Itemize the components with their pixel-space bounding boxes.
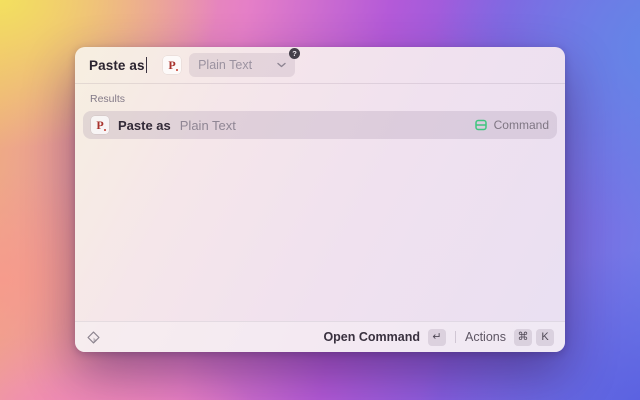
empty-content-area xyxy=(75,139,565,321)
actions-button[interactable]: Actions xyxy=(465,330,506,344)
result-row-paste-as-plain-text[interactable]: P Paste as Plain Text Command xyxy=(83,111,557,139)
command-type-icon xyxy=(474,119,487,131)
results-section-label: Results xyxy=(90,93,126,105)
extension-icon-glyph: P xyxy=(96,118,104,132)
k-key-badge: K xyxy=(536,328,554,346)
desktop-background: Paste as P Plain Text ? Results P Paste xyxy=(0,0,640,400)
footer-separator xyxy=(455,331,456,343)
extension-icon-dot xyxy=(175,68,179,71)
argument-selected-value: Plain Text xyxy=(198,58,253,72)
return-key-badge: ↵ xyxy=(428,328,446,346)
extension-icon-dot xyxy=(103,128,106,131)
extension-icon-glyph: P xyxy=(168,58,176,72)
cmd-key-badge: ⌘ xyxy=(514,328,532,346)
result-subtitle: Plain Text xyxy=(179,117,236,133)
search-query-text[interactable]: Paste as xyxy=(89,58,145,73)
paste-as-plain-text-icon: P xyxy=(91,116,109,134)
chevron-down-icon xyxy=(277,62,286,68)
raycast-logo-icon xyxy=(87,330,100,344)
result-type-label: Command xyxy=(493,118,549,132)
search-bar[interactable]: Paste as P Plain Text ? xyxy=(75,47,565,83)
result-title: Paste as xyxy=(118,117,171,133)
paste-as-plain-text-icon: P xyxy=(163,56,182,74)
footer-bar: Open Command ↵ Actions ⌘ K xyxy=(75,321,565,352)
help-badge[interactable]: ? xyxy=(289,48,301,59)
text-caret xyxy=(145,57,148,73)
launcher-window: Paste as P Plain Text ? Results P Paste xyxy=(75,47,565,352)
argument-dropdown[interactable]: Plain Text ? xyxy=(189,48,301,77)
open-command-button[interactable]: Open Command xyxy=(323,330,420,344)
